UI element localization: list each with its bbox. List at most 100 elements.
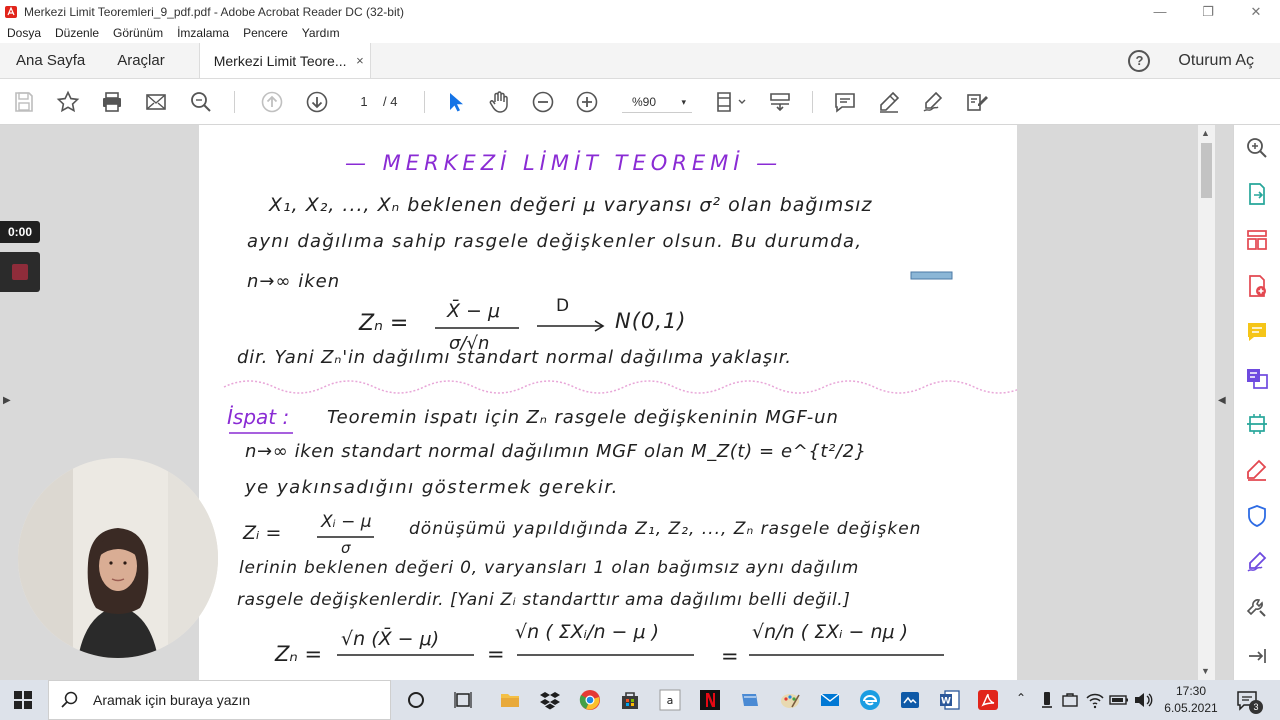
whiteboard-icon[interactable] bbox=[898, 688, 922, 712]
collapse-panel-icon[interactable] bbox=[1245, 644, 1271, 670]
stop-icon bbox=[12, 264, 28, 280]
sign-in-button[interactable]: Oturum Aç bbox=[1178, 52, 1254, 70]
amazon-icon[interactable]: a bbox=[658, 688, 682, 712]
previous-page-icon[interactable] bbox=[259, 89, 285, 115]
stop-recording-button[interactable] bbox=[0, 252, 40, 292]
proof-line-3: ye yakınsadığını göstermek gerekir. bbox=[245, 477, 619, 498]
menu-edit[interactable]: Düzenle bbox=[48, 26, 106, 40]
proof-label: İspat : bbox=[227, 405, 290, 429]
formula2-term-a: √n (X̄ − μ) bbox=[341, 628, 440, 650]
email-icon[interactable] bbox=[143, 89, 169, 115]
formula2-equals-1: = bbox=[487, 642, 505, 666]
print-icon[interactable] bbox=[99, 89, 125, 115]
search-icon bbox=[61, 691, 78, 708]
expand-left-pane-icon[interactable]: ▶ bbox=[3, 395, 11, 406]
zoom-out-icon[interactable] bbox=[530, 89, 556, 115]
create-pdf-icon[interactable] bbox=[1245, 274, 1271, 300]
zoom-search-icon[interactable] bbox=[1245, 136, 1271, 162]
notification-center-icon[interactable]: 3 bbox=[1236, 689, 1263, 714]
search-icon[interactable] bbox=[188, 89, 214, 115]
request-signature-icon[interactable] bbox=[1245, 550, 1271, 576]
chrome-icon[interactable] bbox=[578, 688, 602, 712]
recording-timer: 0:00 bbox=[0, 221, 40, 243]
battery-icon[interactable] bbox=[1107, 688, 1131, 712]
word-icon[interactable]: W bbox=[938, 688, 962, 712]
menu-file[interactable]: Dosya bbox=[0, 26, 48, 40]
proof-line-1: Teoremin ispatı için Zₙ rasgele değişken… bbox=[327, 407, 839, 428]
netflix-icon[interactable] bbox=[698, 688, 722, 712]
theorem-line-2: aynı dağılıma sahip rasgele değişkenler … bbox=[247, 231, 863, 252]
volume-icon[interactable] bbox=[1131, 688, 1155, 712]
scroll-mode-icon[interactable] bbox=[767, 89, 793, 115]
document-tab-label: Merkezi Limit Teore... bbox=[213, 52, 347, 69]
acrobat-taskbar-icon[interactable] bbox=[976, 688, 1000, 712]
scroll-down-icon[interactable]: ▼ bbox=[1201, 666, 1210, 676]
help-icon[interactable]: ? bbox=[1128, 49, 1151, 72]
scrollbar-thumb[interactable] bbox=[1201, 143, 1212, 198]
export-pdf-icon[interactable] bbox=[1245, 182, 1271, 208]
menu-help[interactable]: Yardım bbox=[295, 26, 347, 40]
page-number-input[interactable]: 1 bbox=[350, 91, 378, 113]
protect-shield-icon[interactable] bbox=[1245, 504, 1271, 530]
collapse-right-pane-icon[interactable]: ◀ bbox=[1218, 395, 1226, 406]
comment-icon[interactable] bbox=[832, 89, 858, 115]
menu-window[interactable]: Pencere bbox=[236, 26, 295, 40]
next-page-icon[interactable] bbox=[304, 89, 330, 115]
organize-pages-icon[interactable] bbox=[1245, 228, 1271, 254]
paint-icon[interactable] bbox=[778, 688, 802, 712]
fill-sign-tool-icon[interactable] bbox=[1245, 458, 1271, 484]
edit-pdf-icon[interactable] bbox=[1245, 366, 1271, 392]
theorem-line-4: dir. Yani Zₙ'in dağılımı standart normal… bbox=[237, 347, 792, 368]
windows-start-icon[interactable] bbox=[14, 691, 32, 709]
taskbar-search-box[interactable]: Aramak için buraya yazın bbox=[48, 680, 391, 720]
windows-taskbar: Aramak için buraya yazın a W ⌃ 17:30 6.0… bbox=[0, 680, 1280, 720]
cortana-icon[interactable] bbox=[404, 688, 428, 712]
highlight-pen-icon[interactable] bbox=[876, 89, 902, 115]
scroll-up-icon[interactable]: ▲ bbox=[1201, 128, 1210, 138]
tab-home[interactable]: Ana Sayfa bbox=[0, 43, 101, 78]
system-clock[interactable]: 17:30 6.05.2021 bbox=[1160, 683, 1222, 717]
tools-pane bbox=[1233, 125, 1280, 680]
store-icon[interactable] bbox=[618, 688, 642, 712]
theorem-line-6: rasgele değişkenlerdir. [Yani Zᵢ standar… bbox=[237, 590, 851, 610]
save-icon[interactable] bbox=[11, 89, 37, 115]
restore-button[interactable]: ❐ bbox=[1184, 0, 1232, 23]
task-view-icon[interactable] bbox=[451, 688, 475, 712]
transform-numerator: Xᵢ − μ bbox=[321, 512, 372, 532]
dropbox-icon[interactable] bbox=[538, 688, 562, 712]
tray-overflow-icon[interactable]: ⌃ bbox=[1016, 691, 1026, 705]
menu-view[interactable]: Görünüm bbox=[106, 26, 170, 40]
edge-icon[interactable] bbox=[858, 688, 882, 712]
svg-text:W: W bbox=[941, 697, 951, 707]
hand-tool-icon[interactable] bbox=[486, 89, 512, 115]
toolbar: 1 / 4 %90 ▾ bbox=[0, 79, 1280, 125]
zoom-in-icon[interactable] bbox=[574, 89, 600, 115]
file-explorer-icon[interactable] bbox=[498, 688, 522, 712]
document-title: — MERKEZİ LİMİT TEOREMİ — bbox=[345, 151, 783, 175]
minimize-button[interactable]: — bbox=[1136, 0, 1184, 23]
app-launcher-icon[interactable] bbox=[738, 688, 762, 712]
fill-sign-icon[interactable] bbox=[964, 89, 990, 115]
scan-enhance-icon[interactable] bbox=[1245, 412, 1271, 438]
comment-tool-icon[interactable] bbox=[1245, 320, 1271, 346]
tab-tools[interactable]: Araçlar bbox=[101, 43, 181, 78]
select-cursor-icon[interactable] bbox=[442, 89, 468, 115]
clock-time: 17:30 bbox=[1175, 684, 1207, 698]
page-fit-icon[interactable] bbox=[714, 89, 748, 115]
menu-sign[interactable]: İmzalama bbox=[170, 26, 236, 40]
formula2-term-c: √n/n ( ΣXᵢ − nμ ) bbox=[752, 621, 909, 643]
formula1-numerator: X̄ − μ bbox=[447, 300, 501, 322]
close-window-button[interactable]: ✕ bbox=[1232, 0, 1280, 23]
zoom-level-dropdown[interactable]: %90 ▾ bbox=[622, 91, 692, 113]
mail-icon[interactable] bbox=[818, 688, 842, 712]
close-tab-icon[interactable]: × bbox=[356, 53, 364, 68]
security-icon[interactable] bbox=[1058, 688, 1082, 712]
vertical-scrollbar[interactable]: ▲ ▼ bbox=[1198, 125, 1215, 680]
device-icon[interactable] bbox=[1035, 688, 1059, 712]
tab-document[interactable]: Merkezi Limit Teore... × bbox=[198, 43, 371, 78]
wifi-icon[interactable] bbox=[1083, 688, 1107, 712]
more-tools-icon[interactable] bbox=[1245, 596, 1271, 622]
draw-freeform-icon[interactable] bbox=[920, 89, 946, 115]
presenter-video bbox=[18, 458, 218, 658]
bookmark-star-icon[interactable] bbox=[55, 89, 81, 115]
